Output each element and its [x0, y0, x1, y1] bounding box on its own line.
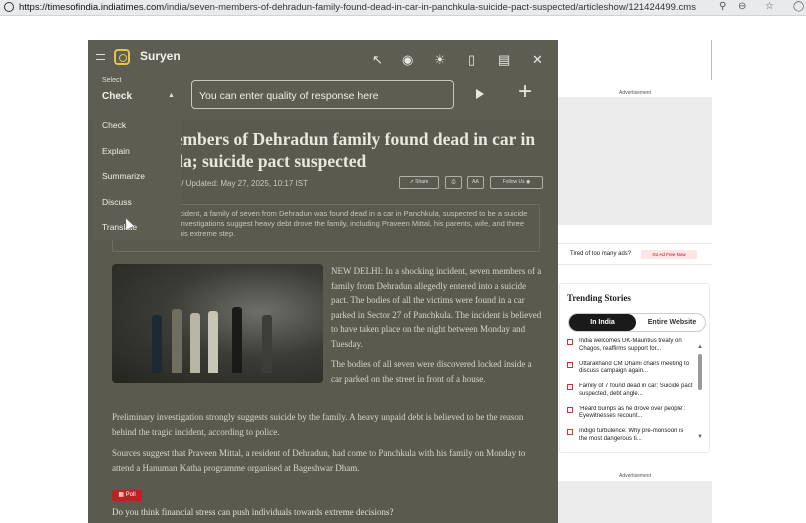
- browser-url-bar[interactable]: https://timesofindia.indiatimes.com/indi…: [0, 0, 806, 16]
- news-icon: [567, 406, 573, 413]
- photo-figure: [172, 309, 182, 373]
- scroll-down-icon[interactable]: ▼: [697, 434, 703, 440]
- font-size-button[interactable]: AA: [467, 176, 484, 189]
- news-icon: [567, 384, 573, 391]
- dropdown-option-check[interactable]: Check: [102, 120, 126, 130]
- eye-icon[interactable]: ◉: [402, 52, 413, 68]
- ad-slot-top[interactable]: [558, 97, 712, 225]
- add-icon[interactable]: +: [518, 78, 532, 106]
- ad-label-top: Advertisement: [558, 90, 712, 96]
- news-icon: [567, 339, 573, 345]
- ad-label-text: Advertisement: [619, 473, 651, 479]
- font-size-label: AA: [472, 179, 479, 185]
- photo-figure: [152, 315, 162, 373]
- zoom-icon[interactable]: ⚲: [719, 1, 726, 12]
- trending-item[interactable]: Family of 7 found dead in car: Suicide p…: [567, 383, 693, 406]
- favorite-star-icon[interactable]: ☆: [765, 1, 774, 12]
- article-paragraph-2: The bodies of all seven were discovered …: [331, 359, 532, 384]
- news-icon: [567, 361, 573, 368]
- share-button[interactable]: ➚ Share: [399, 176, 439, 189]
- tracking-icon[interactable]: ⊖: [738, 1, 746, 12]
- panel-icon[interactable]: ▯: [468, 52, 475, 68]
- trending-item-text: India welcomes UK-Mauritius treaty on Ch…: [579, 338, 682, 352]
- book-icon[interactable]: ▤: [498, 52, 510, 68]
- tab-in-india[interactable]: In India: [569, 314, 636, 331]
- trending-stories-panel: Trending Stories In India Entire Website…: [559, 283, 710, 453]
- dropdown-option-explain[interactable]: Explain: [102, 146, 130, 156]
- share-label: Share: [415, 179, 429, 185]
- poll-label: Poll: [125, 492, 136, 498]
- ad-free-strip: Tired of too many ads? Go Ad Free Now: [556, 243, 712, 265]
- ad-label-text: Advertisement: [619, 90, 651, 96]
- site-info-icon[interactable]: [4, 2, 14, 12]
- dropdown-option-summarize[interactable]: Summarize: [102, 171, 145, 181]
- photo-figure: [232, 307, 242, 373]
- poll-badge: ▦ Poll: [112, 490, 142, 501]
- url-text[interactable]: https://timesofindia.indiatimes.com/indi…: [19, 2, 696, 13]
- page-scroll-indicator: [711, 40, 712, 80]
- select-label: Select: [102, 77, 122, 84]
- send-icon[interactable]: [476, 89, 484, 99]
- ad-free-text: Tired of too many ads?: [570, 251, 632, 257]
- suryen-logo-icon: [114, 49, 130, 65]
- trending-item-text: Family of 7 found dead in car: Suicide p…: [579, 383, 693, 397]
- photo-figure: [262, 315, 272, 373]
- trending-item-text: Uttarakhand CM Dhami chairs meeting to d…: [579, 360, 690, 375]
- trending-item-text: Indigo turbulence: Why pre-monsoon is th…: [579, 428, 684, 442]
- photo-figure: [190, 313, 200, 373]
- trending-toggle: In India Entire Website: [568, 313, 706, 332]
- query-input[interactable]: You can enter quality of response here: [191, 80, 454, 109]
- ad-slot-bottom[interactable]: [558, 481, 712, 523]
- trending-item[interactable]: India welcomes UK-Mauritius treaty on Ch…: [567, 338, 693, 361]
- follow-label: Follow Us: [502, 179, 525, 185]
- brightness-icon[interactable]: ☀: [434, 52, 446, 68]
- trending-item-text: 'Heard bumps as he drove over people': E…: [579, 405, 686, 420]
- scroll-up-icon[interactable]: ▲: [697, 344, 703, 350]
- profile-icon[interactable]: ◯: [793, 1, 804, 12]
- url-host: https://timesofindia.indiatimes.com: [19, 2, 165, 13]
- mode-select[interactable]: Check: [102, 91, 132, 102]
- tab-entire-website[interactable]: Entire Website: [639, 314, 705, 331]
- article-paragraph: NEW DELHI: In a shocking incident, seven…: [331, 264, 543, 386]
- extension-toolbar: Suryen ↖ ◉ ☀ ▯ ▤ ✕ Select Check ▲ You ca…: [88, 40, 558, 120]
- trending-title: Trending Stories: [567, 293, 631, 303]
- scroll-thumb[interactable]: [698, 354, 702, 390]
- arrow-up-left-icon[interactable]: ↖: [372, 52, 383, 68]
- url-path: /india/seven-members-of-dehradun-family-…: [164, 2, 696, 13]
- ad-label-bottom: Advertisement: [558, 473, 712, 479]
- article-paragraph-4: Sources suggest that Praveen Mittal, a r…: [112, 448, 526, 473]
- trending-item[interactable]: Indigo turbulence: Why pre-monsoon is th…: [567, 428, 693, 451]
- poll-question: Do you think financial stress can push i…: [112, 507, 394, 517]
- mode-dropdown: Check Explain Summarize Discuss Translat…: [93, 112, 181, 240]
- print-icon[interactable]: ⎙: [445, 176, 462, 189]
- dropdown-option-discuss[interactable]: Discuss: [102, 197, 132, 207]
- trending-list: India welcomes UK-Mauritius treaty on Ch…: [567, 338, 693, 451]
- menu-icon[interactable]: [96, 54, 105, 60]
- extension-title: Suryen: [140, 49, 181, 63]
- article-paragraph-3: Preliminary investigation strongly sugge…: [112, 412, 524, 437]
- trending-scrollbar[interactable]: ▲ ▼: [697, 344, 703, 440]
- photo-figure: [208, 311, 218, 373]
- close-icon[interactable]: ✕: [532, 52, 543, 68]
- go-ad-free-button[interactable]: Go Ad Free Now: [641, 250, 697, 259]
- follow-us-button[interactable]: Follow Us ◉: [490, 176, 543, 189]
- trending-item[interactable]: 'Heard bumps as he drove over people': E…: [567, 406, 693, 429]
- article-photo[interactable]: [112, 264, 323, 383]
- chevron-up-icon[interactable]: ▲: [168, 92, 175, 99]
- trending-item[interactable]: Uttarakhand CM Dhami chairs meeting to d…: [567, 361, 693, 384]
- news-icon: [567, 429, 573, 436]
- article-paragraph-1: NEW DELHI: In a shocking incident, seven…: [331, 266, 542, 349]
